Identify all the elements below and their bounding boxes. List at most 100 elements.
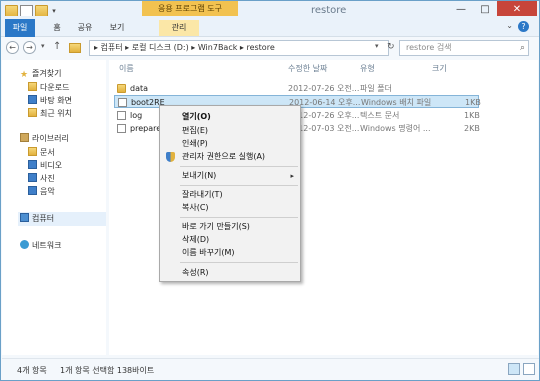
folder-icon xyxy=(69,43,81,53)
search-input[interactable]: restore 검색 ⌕ xyxy=(399,40,529,56)
tab-home[interactable]: 홈 xyxy=(45,20,69,36)
menu-separator xyxy=(180,217,298,218)
desktop-icon xyxy=(28,95,37,104)
explorer-window: ▾ 응용 프로그램 도구 restore — □ ✕ 파일 홈 공유 보기 관리… xyxy=(0,0,540,381)
sidebar-item-label: 다운로드 xyxy=(40,83,70,92)
recent-locations-icon[interactable]: ▾ xyxy=(41,42,45,50)
details-view-button[interactable] xyxy=(508,363,520,375)
expand-ribbon-icon[interactable]: ⌄ xyxy=(506,21,513,30)
tab-manage[interactable]: 관리 xyxy=(159,20,199,36)
sidebar-item-label: 최근 위치 xyxy=(40,109,72,118)
music-icon xyxy=(28,186,37,195)
column-size[interactable]: 크기 xyxy=(432,62,447,76)
network-icon xyxy=(20,240,29,249)
recent-places-icon xyxy=(28,108,37,117)
sidebar-item-label: 즐겨찾기 xyxy=(32,69,62,78)
contextual-tab-group: 응용 프로그램 도구 xyxy=(142,1,238,16)
sidebar-item-favorites[interactable]: ★ 즐겨찾기 xyxy=(20,68,61,80)
item-count: 4개 항목 xyxy=(17,366,47,375)
status-bar: 4개 항목 1개 항목 선택함 138바이트 xyxy=(2,358,539,380)
sidebar-item-label: 사진 xyxy=(40,174,55,183)
column-name[interactable]: 이름 xyxy=(119,62,134,76)
documents-icon xyxy=(28,147,37,156)
file-type: Windows 명령어 ... xyxy=(360,124,431,133)
ribbon-tabs: 파일 홈 공유 보기 관리 ⌄ ? xyxy=(1,16,539,37)
computer-icon xyxy=(20,213,29,222)
selection-info: 1개 항목 선택함 138바이트 xyxy=(60,366,155,375)
menu-separator xyxy=(180,185,298,186)
sidebar-item-label: 네트워크 xyxy=(32,241,62,250)
tab-view[interactable]: 보기 xyxy=(105,20,129,36)
file-name: prepare xyxy=(130,124,162,133)
sidebar-item-computer[interactable]: 컴퓨터 xyxy=(20,213,54,225)
sidebar-item-videos[interactable]: 비디오 xyxy=(28,160,62,172)
file-name: log xyxy=(130,111,143,120)
tab-share[interactable]: 공유 xyxy=(73,20,97,36)
downloads-icon xyxy=(28,82,37,91)
menu-item-send-to[interactable]: 보내기(N) xyxy=(182,169,216,182)
file-size: 1KB xyxy=(464,111,480,120)
pictures-icon xyxy=(28,173,37,182)
menu-item-create-shortcut[interactable]: 바로 가기 만들기(S) xyxy=(182,220,250,233)
column-type[interactable]: 유형 xyxy=(360,62,375,76)
sidebar-item-downloads[interactable]: 다운로드 xyxy=(28,82,69,94)
videos-icon xyxy=(28,160,37,169)
sidebar-item-documents[interactable]: 문서 xyxy=(28,147,55,159)
command-file-icon xyxy=(117,124,126,133)
text-file-icon xyxy=(117,111,126,120)
tab-file[interactable]: 파일 xyxy=(5,19,35,37)
menu-item-edit[interactable]: 편집(E) xyxy=(182,124,208,137)
navigation-pane: ★ 즐겨찾기 다운로드 바탕 화면 최근 위치 라이브러리 문서 비디오 사진 음… xyxy=(2,60,106,355)
batch-file-icon xyxy=(118,98,127,107)
file-type: 텍스트 문서 xyxy=(360,111,400,120)
context-menu: 열기(O) 편집(E) 인쇄(P) 관리자 권한으로 실행(A) 보내기(N) … xyxy=(159,105,301,282)
menu-item-cut[interactable]: 잘라내기(T) xyxy=(182,188,223,201)
window-title: restore xyxy=(311,5,347,16)
sidebar-item-pictures[interactable]: 사진 xyxy=(28,173,55,185)
sidebar-item-label: 컴퓨터 xyxy=(32,214,55,223)
sidebar-item-libraries[interactable]: 라이브러리 xyxy=(20,133,69,145)
menu-item-open[interactable]: 열기(O) xyxy=(182,110,211,123)
menu-item-copy[interactable]: 복사(C) xyxy=(182,201,209,214)
file-size: 1KB xyxy=(465,98,481,107)
menu-item-properties[interactable]: 속성(R) xyxy=(182,266,209,279)
sidebar-item-network[interactable]: 네트워크 xyxy=(20,240,61,252)
submenu-arrow-icon: ▸ xyxy=(290,172,294,180)
column-date-modified[interactable]: 수정한 날짜 xyxy=(288,62,327,76)
search-icon[interactable]: ⌕ xyxy=(520,41,525,55)
sidebar-item-music[interactable]: 음악 xyxy=(28,186,55,198)
up-button[interactable]: ↑ xyxy=(53,41,61,52)
large-icons-view-button[interactable] xyxy=(523,363,535,375)
file-date: 2012-07-26 오전... xyxy=(288,84,360,93)
sidebar-item-label: 비디오 xyxy=(40,161,63,170)
sidebar-item-label: 음악 xyxy=(40,187,55,196)
sidebar-item-label: 문서 xyxy=(40,148,55,157)
forward-button[interactable]: → xyxy=(23,41,36,54)
search-placeholder: restore 검색 xyxy=(406,43,452,52)
folder-icon xyxy=(117,84,126,93)
file-name: data xyxy=(130,84,149,93)
back-button[interactable]: ← xyxy=(6,41,19,54)
sidebar-item-label: 바탕 화면 xyxy=(40,96,72,105)
navigation-bar: ← → ▾ ↑ ▸ 컴퓨터 ▸ 로컬 디스크 (D:) ▸ Win7Back ▸… xyxy=(1,38,539,59)
address-bar[interactable]: ▸ 컴퓨터 ▸ 로컬 디스크 (D:) ▸ Win7Back ▸ restore xyxy=(89,40,389,56)
menu-separator xyxy=(180,166,298,167)
file-size: 2KB xyxy=(464,124,480,133)
sidebar-item-desktop[interactable]: 바탕 화면 xyxy=(28,95,72,107)
library-icon xyxy=(20,133,29,142)
sidebar-item-recent[interactable]: 최근 위치 xyxy=(28,108,72,120)
shield-icon xyxy=(166,152,175,162)
sidebar-item-label: 라이브러리 xyxy=(32,134,69,143)
menu-item-delete[interactable]: 삭제(D) xyxy=(182,233,209,246)
menu-item-rename[interactable]: 이름 바꾸기(M) xyxy=(182,246,235,259)
address-dropdown-icon[interactable]: ▾ xyxy=(375,42,379,50)
file-type: 파일 폴더 xyxy=(360,84,392,93)
star-icon: ★ xyxy=(20,70,29,80)
help-icon[interactable]: ? xyxy=(518,21,529,32)
refresh-icon[interactable]: ↻ xyxy=(387,42,395,52)
file-type: Windows 배치 파일 xyxy=(361,98,432,107)
menu-separator xyxy=(180,262,298,263)
menu-item-run-as-admin[interactable]: 관리자 권한으로 실행(A) xyxy=(182,150,265,163)
file-row[interactable]: data 2012-07-26 오전... 파일 폴더 xyxy=(114,82,479,95)
menu-item-print[interactable]: 인쇄(P) xyxy=(182,137,208,150)
